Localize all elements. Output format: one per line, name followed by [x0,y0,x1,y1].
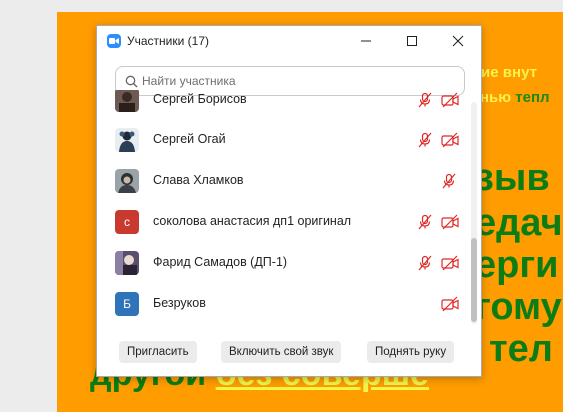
participant-name: Безруков [153,296,206,310]
invite-button[interactable]: Пригласить [119,341,197,363]
avatar [115,251,139,275]
video-off-icon [441,214,459,230]
maximize-icon [407,36,417,46]
avatar [115,169,139,193]
mic-muted-icon [442,173,456,189]
minimize-icon [361,40,371,42]
list-item[interactable]: Фарид Самадов (ДП-1) [97,243,467,283]
avatar [115,128,139,152]
title-bar[interactable]: Участники (17) [97,26,481,56]
avatar [115,90,139,112]
minimize-button[interactable] [343,26,389,56]
scrollbar[interactable] [471,102,477,324]
participant-name: Слава Хламков [153,173,244,187]
mic-muted-icon [418,255,432,271]
slide-big-text: тел [489,328,553,370]
mic-muted-icon [418,92,432,108]
scrollbar-thumb[interactable] [471,238,477,322]
zoom-app-icon [107,34,121,48]
avatar-letter: с [124,215,130,229]
list-item[interactable]: Сергей Огай [97,120,467,160]
slide-text-line2-a: нью [480,89,512,106]
raise-hand-button[interactable]: Поднять руку [367,341,455,363]
avatar-letter: Б [123,297,131,311]
participant-name: Фарид Самадов (ДП-1) [153,255,288,269]
video-off-icon [441,296,459,312]
slide-text-line2: нью тепл [480,89,550,106]
unmute-button[interactable]: Включить свой звук [221,341,342,363]
participant-list: Сергей Борисов Сергей Огай Слава Хламков… [97,90,481,330]
list-item[interactable]: Сергей Борисов [97,90,467,120]
mic-muted-icon [418,132,432,148]
avatar: Б [115,292,139,316]
close-button[interactable] [435,26,481,56]
participants-window: Участники (17) Сергей Борисов [96,25,482,377]
slide-big-text: гому [475,286,562,328]
slide-big-text: ерги [475,244,559,286]
avatar: с [115,210,139,234]
mic-muted-icon [418,214,432,230]
list-item[interactable]: Слава Хламков [97,161,467,201]
participant-name: Сергей Борисов [153,92,247,106]
video-off-icon [441,255,459,271]
list-item[interactable]: Б Безруков [97,284,467,324]
slide-big-text: зыв [475,157,550,199]
participant-name: соколова анастасия дп1 оригинал [153,214,352,228]
close-icon [452,35,464,47]
window-title: Участники (17) [127,34,210,48]
slide-text-line2-b: тепл [511,89,550,106]
video-off-icon [441,92,459,108]
list-item[interactable]: с соколова анастасия дп1 оригинал [97,202,467,242]
video-off-icon [441,132,459,148]
participant-name: Сергей Огай [153,132,226,146]
maximize-button[interactable] [389,26,435,56]
slide-big-text: едач [475,202,563,244]
